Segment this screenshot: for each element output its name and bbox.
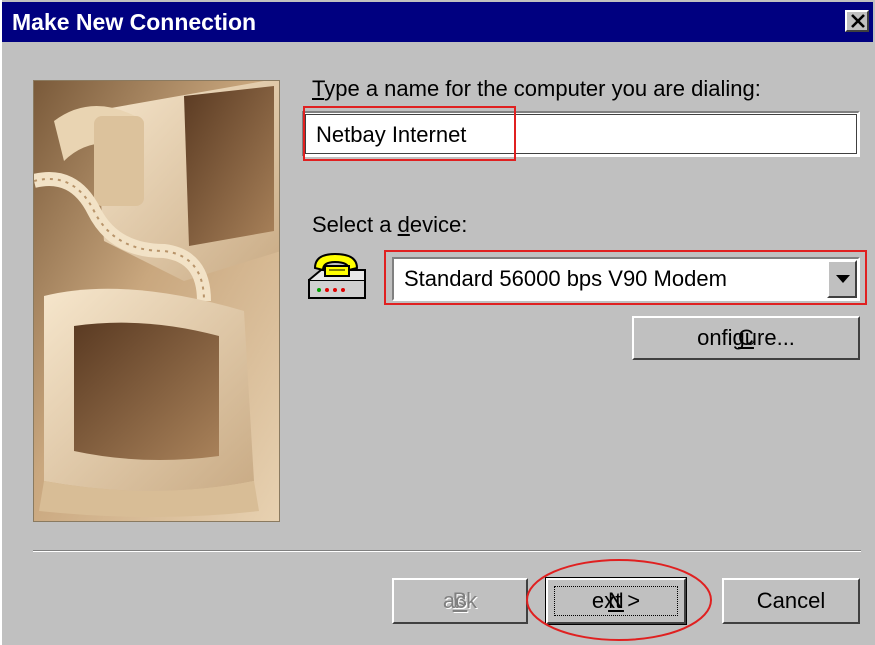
annotation-next-circle	[526, 559, 712, 641]
configure-button[interactable]: Configure...	[632, 316, 860, 360]
cancel-button[interactable]: Cancel	[722, 578, 860, 624]
annotation-device-highlight	[384, 250, 867, 305]
annotation-name-highlight	[303, 106, 516, 161]
device-label: Select a device:	[312, 212, 467, 238]
name-label-mnemonic: T	[312, 76, 325, 101]
cancel-label: Cancel	[756, 588, 826, 613]
device-label-mnemonic: d	[397, 212, 410, 237]
modem-icon	[308, 252, 366, 299]
close-button[interactable]	[845, 10, 869, 32]
name-label: Type a name for the computer you are dia…	[312, 76, 761, 102]
device-label-pre: Select a	[312, 212, 398, 237]
configure-label: onfigure...	[697, 325, 795, 350]
back-label: ack	[442, 588, 478, 613]
separator-line	[33, 550, 861, 552]
wizard-illustration	[33, 80, 280, 522]
close-icon	[851, 14, 865, 28]
window-title: Make New Connection	[12, 9, 257, 35]
back-button[interactable]: < Back	[392, 578, 528, 624]
window-edge	[0, 0, 2, 645]
computer-phone-illustration	[34, 81, 279, 521]
title-bar[interactable]: Make New Connection	[2, 2, 873, 42]
name-label-text: ype a name for the computer you are dial…	[324, 76, 761, 101]
device-label-post: evice:	[409, 212, 468, 237]
make-new-connection-dialog: Make New Connection Type a name for the …	[0, 0, 875, 645]
